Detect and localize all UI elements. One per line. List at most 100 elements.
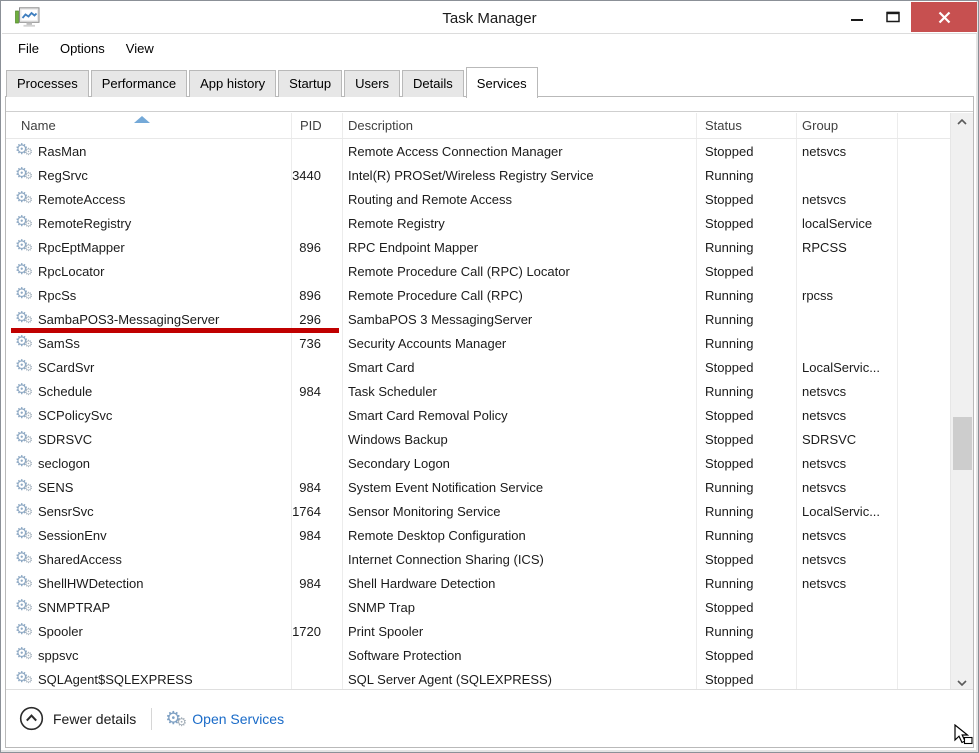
tab-services[interactable]: Services [466,67,538,98]
service-pid: 1764 [291,499,342,523]
menu-item-view[interactable]: View [126,41,154,56]
maximize-button[interactable] [875,2,911,32]
service-status: Running [696,619,796,643]
table-row[interactable]: ⚙⚙ RpcLocator Remote Procedure Call (RPC… [6,259,952,283]
scrollbar-up-icon[interactable] [951,113,973,130]
close-icon [938,11,951,24]
close-button[interactable] [911,2,977,32]
service-pid: 296 [291,307,342,331]
column-header-name[interactable]: Name [6,113,291,138]
service-name: SambaPOS3-MessagingServer [38,312,219,327]
service-name: SDRSVC [38,432,92,447]
table-row[interactable]: ⚙⚙ RpcSs 896 Remote Procedure Call (RPC)… [6,283,952,307]
service-group: netsvcs [796,523,897,547]
table-row[interactable]: ⚙⚙ sppsvc Software Protection Stopped [6,643,952,667]
service-description: Remote Registry [342,211,696,235]
service-pid [291,187,342,211]
service-group [796,331,897,355]
service-name: RemoteRegistry [38,216,131,231]
service-group [796,163,897,187]
table-row[interactable]: ⚙⚙ SharedAccess Internet Connection Shar… [6,547,952,571]
column-header-pid[interactable]: PID [291,113,342,138]
table-row[interactable]: ⚙⚙ SQLAgent$SQLEXPRESS SQL Server Agent … [6,667,952,691]
table-row[interactable]: ⚙⚙ Schedule 984 Task Scheduler Running n… [6,379,952,403]
service-gear-icon: ⚙⚙ [15,141,34,161]
maximize-icon [886,11,900,23]
service-pid: 984 [291,379,342,403]
table-row[interactable]: ⚙⚙ SNMPTRAP SNMP Trap Stopped [6,595,952,619]
service-name: RpcEptMapper [38,240,125,255]
service-gear-icon: ⚙⚙ [15,261,34,281]
tab-performance[interactable]: Performance [91,70,187,97]
services-table: Name PID Description Status Group ⚙⚙ Ras… [6,113,952,691]
service-status: Running [696,331,796,355]
tab-processes[interactable]: Processes [6,70,89,97]
tab-details[interactable]: Details [402,70,464,97]
column-header-status[interactable]: Status [696,113,796,138]
service-status: Stopped [696,547,796,571]
service-gear-icon: ⚙⚙ [15,453,34,473]
service-description: SambaPOS 3 MessagingServer [342,307,696,331]
table-row[interactable]: ⚙⚙ SessionEnv 984 Remote Desktop Configu… [6,523,952,547]
column-header-group[interactable]: Group [796,113,897,138]
menu-item-options[interactable]: Options [60,41,105,56]
table-row[interactable]: ⚙⚙ seclogon Secondary Logon Stopped nets… [6,451,952,475]
minimize-button[interactable] [839,2,875,32]
service-name: SessionEnv [38,528,107,543]
table-row[interactable]: ⚙⚙ SambaPOS3-MessagingServer 296 SambaPO… [6,307,952,331]
service-gear-icon: ⚙⚙ [15,549,34,569]
table-row[interactable]: ⚙⚙ RpcEptMapper 896 RPC Endpoint Mapper … [6,235,952,259]
tab-bar: ProcessesPerformanceApp historyStartupUs… [6,67,973,97]
table-header-row: Name PID Description Status Group [6,113,952,139]
table-row[interactable]: ⚙⚙ SamSs 736 Security Accounts Manager R… [6,331,952,355]
service-status: Running [696,523,796,547]
table-row[interactable]: ⚙⚙ RemoteRegistry Remote Registry Stoppe… [6,211,952,235]
table-row[interactable]: ⚙⚙ RasMan Remote Access Connection Manag… [6,139,952,163]
service-gear-icon: ⚙⚙ [15,669,34,689]
scrollbar-thumb[interactable] [953,417,972,470]
table-row[interactable]: ⚙⚙ Spooler 1720 Print Spooler Running [6,619,952,643]
service-description: Remote Procedure Call (RPC) Locator [342,259,696,283]
service-group: netsvcs [796,475,897,499]
table-row[interactable]: ⚙⚙ RegSrvc 3440 Intel(R) PROSet/Wireless… [6,163,952,187]
service-description: RPC Endpoint Mapper [342,235,696,259]
table-row[interactable]: ⚙⚙ ShellHWDetection 984 Shell Hardware D… [6,571,952,595]
service-status: Running [696,379,796,403]
table-row[interactable]: ⚙⚙ SCardSvr Smart Card Stopped LocalServ… [6,355,952,379]
table-row[interactable]: ⚙⚙ SCPolicySvc Smart Card Removal Policy… [6,403,952,427]
service-gear-icon: ⚙⚙ [15,213,34,233]
menu-item-file[interactable]: File [18,41,39,56]
fewer-details-button[interactable]: Fewer details [19,706,136,731]
service-name: Spooler [38,624,83,639]
service-description: Secondary Logon [342,451,696,475]
service-status: Running [696,163,796,187]
table-row[interactable]: ⚙⚙ SDRSVC Windows Backup Stopped SDRSVC [6,427,952,451]
service-status: Stopped [696,187,796,211]
tab-users[interactable]: Users [344,70,400,97]
table-row[interactable]: ⚙⚙ RemoteAccess Routing and Remote Acces… [6,187,952,211]
service-group [796,307,897,331]
tab-startup[interactable]: Startup [278,70,342,97]
table-row[interactable]: ⚙⚙ SensrSvc 1764 Sensor Monitoring Servi… [6,499,952,523]
task-manager-window: Task Manager FileOptionsView ProcessesPe… [0,0,979,753]
service-group [796,619,897,643]
service-group: netsvcs [796,451,897,475]
service-description: Remote Access Connection Manager [342,139,696,163]
service-group [796,643,897,667]
service-status: Running [696,475,796,499]
service-pid: 736 [291,331,342,355]
tab-app-history[interactable]: App history [189,70,276,97]
caption-buttons [839,2,977,32]
service-name: SCPolicySvc [38,408,112,423]
service-description: Smart Card [342,355,696,379]
table-row[interactable]: ⚙⚙ SENS 984 System Event Notification Se… [6,475,952,499]
service-name: SQLAgent$SQLEXPRESS [38,672,193,687]
service-name: SensrSvc [38,504,94,519]
column-header-description[interactable]: Description [342,113,696,138]
service-gear-icon: ⚙⚙ [15,501,34,521]
chevron-up-circle-icon [19,706,44,731]
vertical-scrollbar[interactable] [950,113,973,691]
service-description: Print Spooler [342,619,696,643]
service-pid [291,211,342,235]
open-services-link[interactable]: ⚙⚙ Open Services [165,708,284,730]
